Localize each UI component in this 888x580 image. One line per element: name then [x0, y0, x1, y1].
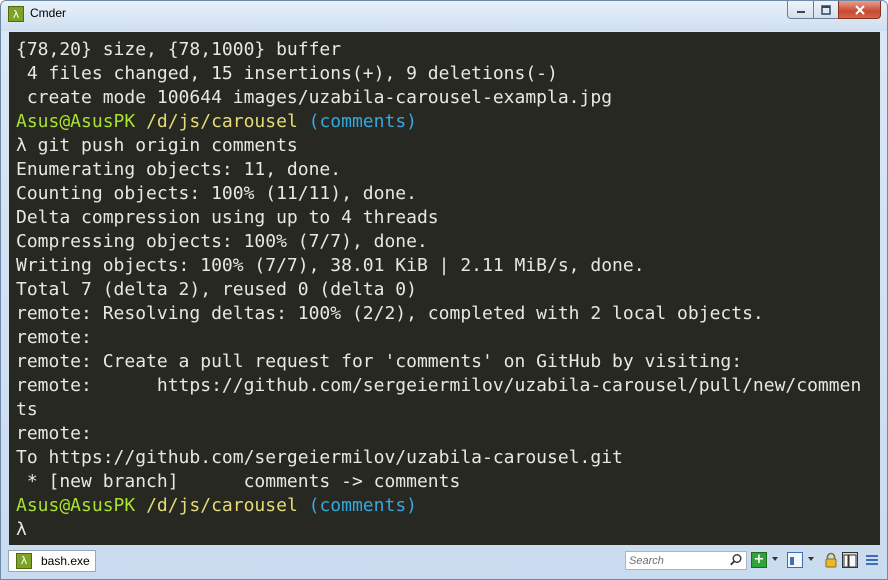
split-icon[interactable]	[787, 552, 803, 568]
console-line: create mode 100644 images/uzabila-carous…	[16, 87, 613, 108]
lock-icon[interactable]	[823, 552, 839, 568]
pane-icon[interactable]	[842, 552, 858, 568]
minimize-icon	[796, 10, 805, 13]
close-icon	[854, 4, 865, 15]
minimize-button[interactable]	[787, 1, 813, 19]
title-bar[interactable]: λ Cmder	[1, 1, 887, 31]
console-line: remote:	[16, 327, 92, 348]
prompt-branch: (comments)	[308, 111, 417, 132]
status-bar: λ bash.exe +	[1, 547, 887, 579]
prompt-user: Asus@AsusPK	[16, 111, 136, 132]
console-line: remote: Create a pull request for 'comme…	[16, 351, 743, 372]
prompt-line: Asus@AsusPK /d/js/carousel (comments)	[16, 494, 876, 518]
search-icon[interactable]	[729, 553, 743, 567]
console-line: remote: https://github.com/sergeiermilov…	[16, 375, 862, 396]
console-output: {78,20} size, {78,1000} buffer 4 files c…	[16, 38, 876, 542]
console-line: 4 files changed, 15 insertions(+), 9 del…	[16, 63, 558, 84]
search-box[interactable]	[625, 551, 747, 570]
console-area[interactable]: {78,20} size, {78,1000} buffer 4 files c…	[9, 32, 880, 545]
prompt-path: /d/js/carousel	[146, 495, 298, 516]
new-console-icon[interactable]: +	[751, 552, 767, 568]
console-line: Delta compression using up to 4 threads	[16, 207, 439, 228]
prompt-branch: (comments)	[308, 495, 417, 516]
close-button[interactable]	[838, 1, 881, 19]
console-line: ts	[16, 399, 38, 420]
console-line: remote:	[16, 423, 92, 444]
console-line: Compressing objects: 100% (7/7), done.	[16, 231, 428, 252]
window-controls	[787, 1, 881, 20]
cmder-window: λ Cmder {78,20} size, {78,1000} buffer 4…	[0, 0, 888, 580]
console-line: λ	[16, 519, 27, 540]
maximize-icon	[821, 4, 831, 15]
console-line: To https://github.com/sergeiermilov/uzab…	[16, 447, 623, 468]
menu-icon[interactable]	[864, 552, 880, 568]
prompt-line: Asus@AsusPK /d/js/carousel (comments)	[16, 110, 876, 134]
console-line: Total 7 (delta 2), reused 0 (delta 0)	[16, 279, 417, 300]
cmder-lambda-icon[interactable]: λ	[8, 6, 24, 22]
console-line: * [new branch] comments -> comments	[16, 471, 461, 492]
maximize-button[interactable]	[813, 1, 838, 19]
console-tab-bash[interactable]: λ bash.exe	[8, 550, 96, 572]
tab-lambda-icon: λ	[16, 553, 32, 569]
console-line: Writing objects: 100% (7/7), 38.01 KiB |…	[16, 255, 645, 276]
tab-label: bash.exe	[41, 554, 90, 568]
prompt-path: /d/js/carousel	[146, 111, 298, 132]
chevron-down-icon[interactable]	[772, 557, 778, 561]
console-line: λ git push origin comments	[16, 135, 298, 156]
prompt-user: Asus@AsusPK	[16, 495, 136, 516]
console-line: Counting objects: 100% (11/11), done.	[16, 183, 417, 204]
chevron-down-icon[interactable]	[808, 557, 814, 561]
console-line: remote: Resolving deltas: 100% (2/2), co…	[16, 303, 764, 324]
window-title: Cmder	[30, 6, 67, 20]
search-input[interactable]	[629, 553, 725, 568]
console-line: {78,20} size, {78,1000} buffer	[16, 39, 342, 60]
console-line: Enumerating objects: 11, done.	[16, 159, 342, 180]
